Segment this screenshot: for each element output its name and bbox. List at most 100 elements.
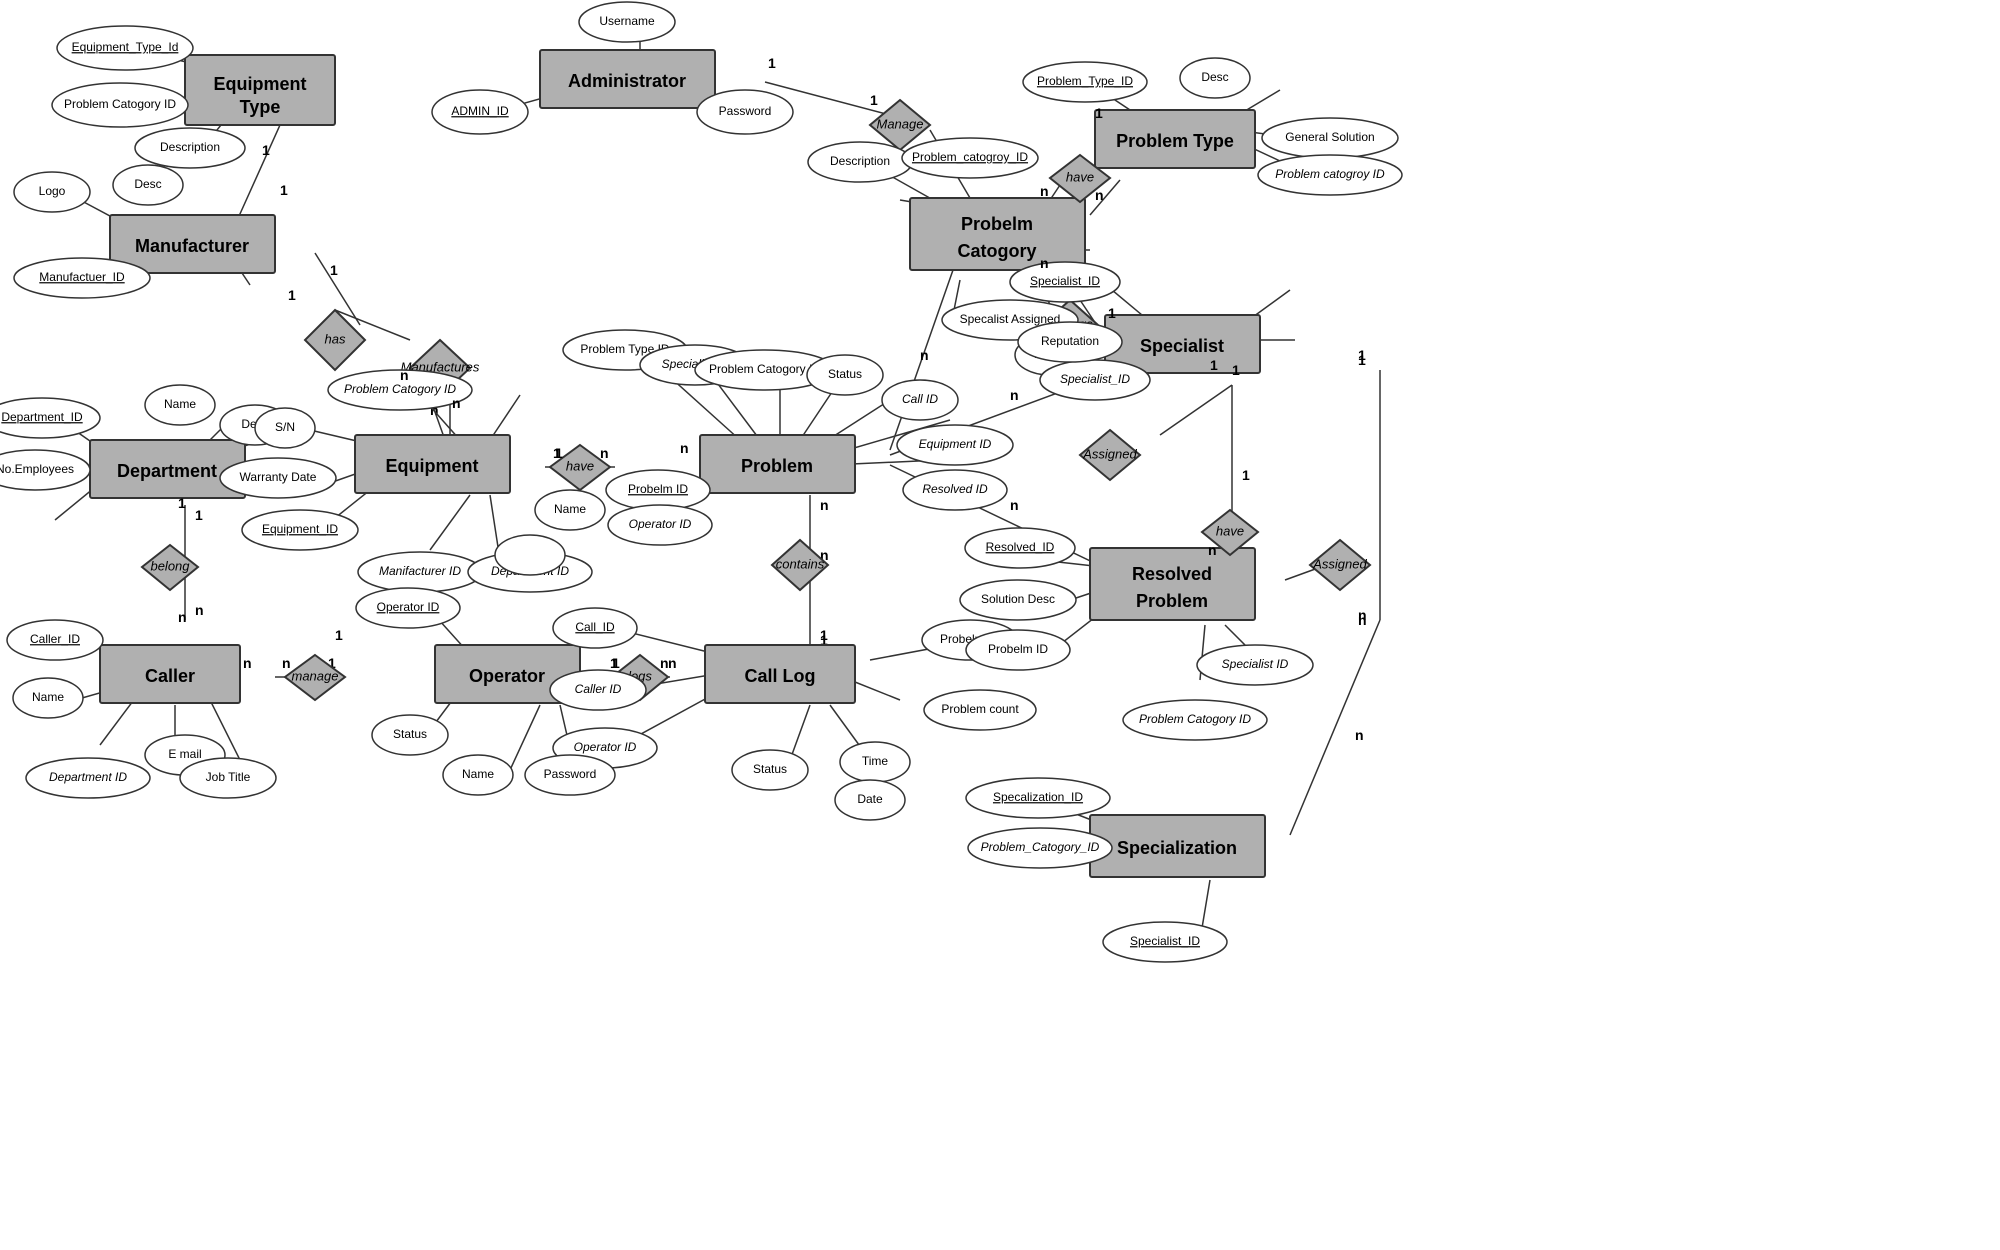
attr-password-admin-label: Password	[719, 104, 772, 118]
attr-specialist-id-rp-label: Specialist ID	[1222, 657, 1289, 671]
card-caller-manage-n: n	[243, 655, 252, 671]
attr-status-prob-label: Status	[828, 367, 862, 381]
svg-text:n: n	[600, 445, 609, 461]
attr-problem-category-id-pc-label: Problem_catogroy_ID	[912, 150, 1028, 164]
card-op-log-1: 1	[610, 655, 618, 671]
card-dept-caller-n: n	[178, 609, 187, 625]
attr-specialist-id-pc-label: Specialist_ID	[1060, 372, 1130, 386]
card-cat-spec-1: 1	[1108, 305, 1116, 321]
attr-department-id-label: Department_ID	[1, 410, 83, 424]
card-spec-res-1: 1	[1210, 357, 1218, 373]
attr-name-dept-label: Name	[164, 397, 196, 411]
attr-name-eq	[495, 535, 565, 575]
entity-specialization-label: Specialization	[1117, 838, 1237, 858]
attr-specialist-id-sp-label: Specialist_ID	[1030, 274, 1100, 288]
entity-problem-category-label2: Catogory	[957, 241, 1036, 261]
entity-resolved-problem-label1: Resolved	[1132, 564, 1212, 584]
attr-time-cl-label: Time	[862, 754, 889, 768]
svg-text:1: 1	[195, 507, 203, 523]
svg-text:n: n	[1010, 387, 1019, 403]
card-assigned-r-n: n	[1358, 612, 1367, 628]
entity-operator-label: Operator	[469, 666, 545, 686]
entity-problem-category-label1: Probelm	[961, 214, 1033, 234]
card-equip-prob-1: 1	[555, 445, 563, 461]
attr-name-caller-label: Name	[32, 690, 64, 704]
attr-manifacturer-id-eq-label: Manifacturer ID	[379, 564, 461, 578]
attr-date-cl-label: Date	[857, 792, 883, 806]
entity-problem-type-label: Problem Type	[1116, 131, 1234, 151]
entity-caller-label: Caller	[145, 666, 195, 686]
attr-caller-id-cl-label: Caller ID	[575, 682, 622, 696]
attr-no-employees-label: No.Employees	[0, 462, 74, 476]
attr-logo-label: Logo	[39, 184, 66, 198]
entity-department-label: Department	[117, 461, 217, 481]
card-caller-manage-1: 1	[335, 627, 343, 643]
attr-problem-category-id-eq-label: Problem Catogory ID	[344, 382, 456, 396]
svg-text:n: n	[920, 347, 929, 363]
relation-has-mfr-label: has	[325, 331, 346, 346]
svg-text:1: 1	[1242, 467, 1250, 483]
card-has-1: 1	[288, 287, 296, 303]
relation-manage-admin-label: Manage	[877, 116, 924, 131]
attr-operator-id-prob-label: Operator ID	[629, 517, 692, 531]
svg-text:1: 1	[262, 142, 270, 158]
entity-manufacturer-label: Manufacturer	[135, 236, 249, 256]
entity-calllog-label: Call Log	[745, 666, 816, 686]
card-cat-type-n: n	[1040, 183, 1049, 199]
attr-name-op-label: Name	[462, 767, 494, 781]
attr-status-op-label: Status	[393, 727, 427, 741]
card-cat-type-1: 1	[1095, 105, 1103, 121]
card-manufactures-n2: n	[452, 395, 461, 411]
attr-equipment-type-id-label: Equipment_Type_Id	[72, 40, 179, 54]
attr-sn-label: S/N	[275, 420, 295, 434]
relation-assigned-prob-label: Assigned	[1082, 446, 1137, 461]
attr-equipment-id-prob-label: Equipment ID	[919, 437, 992, 451]
svg-text:n: n	[1010, 497, 1019, 513]
attr-probelm-id-rp-label: Probelm ID	[988, 642, 1048, 656]
card-assigned-r-1: 1	[1358, 347, 1366, 363]
attr-problem-category-id-rp-label: Problem Catogory ID	[1139, 712, 1251, 726]
attr-description-et-label: Description	[160, 140, 220, 154]
attr-operator-id-cl-label: Operator ID	[574, 740, 637, 754]
entity-administrator-label: Administrator	[568, 71, 686, 91]
card-prob-cl-1: 1	[820, 627, 828, 643]
card-dept-caller-1: 1	[178, 495, 186, 511]
svg-text:n: n	[282, 655, 291, 671]
attr-username-label: Username	[599, 14, 655, 28]
attr-caller-id-label: Caller_ID	[30, 632, 80, 646]
attr-call-id-prob-label: Call ID	[902, 392, 938, 406]
attr-problem-category-id-sz-label: Problem_Catogory_ID	[981, 840, 1100, 854]
attr-name-prob-label: Name	[554, 502, 586, 516]
attr-desc-mfr-label: Desc	[134, 177, 161, 191]
attr-problem-category-id-prob-label: Problem Catogory ID	[709, 362, 821, 376]
attr-password-op-label: Password	[544, 767, 597, 781]
attr-problem-count-cl-label: Problem count	[941, 702, 1019, 716]
attr-problem-type-id-pt-label: Problem_Type_ID	[1037, 74, 1133, 88]
svg-text:1: 1	[330, 262, 338, 278]
attr-reputation-label: Reputation	[1041, 334, 1099, 348]
relation-have-spec-res-label: have	[1216, 523, 1244, 538]
attr-equipment-id-label: Equipment_ID	[262, 522, 338, 536]
card-cat-spec-n: n	[1040, 255, 1049, 271]
relation-contains-label: contains	[776, 556, 825, 571]
attr-call-id-cl-label: Call_ID	[575, 620, 615, 634]
entity-equipment-label: Equipment	[386, 456, 479, 476]
attr-resolved-id-prob-label: Resolved ID	[922, 482, 988, 496]
relation-manage-label: manage	[292, 668, 339, 683]
attr-specialist-id-sz-label: Specialist_ID	[1130, 934, 1200, 948]
relation-have-equip-problem-label: have	[566, 458, 594, 473]
attr-solution-desc-label: Solution Desc	[981, 592, 1055, 606]
entity-resolved-problem-label2: Problem	[1136, 591, 1208, 611]
attr-warranty-date-label: Warranty Date	[240, 470, 317, 484]
card-manufactures-n: n	[400, 367, 409, 383]
card-et-mfr: 1	[280, 182, 288, 198]
attr-general-solution-label: General Solution	[1285, 130, 1374, 144]
er-diagram: 1 1 n 1 n n 1 n 1 1 n	[0, 0, 2000, 1250]
attr-probelm-id-label: Probelm ID	[628, 482, 688, 496]
card-spec-res-n: n	[1208, 542, 1217, 558]
entity-problem-label: Problem	[741, 456, 813, 476]
attr-resolved-id-rp-label: Resolved_ID	[986, 540, 1055, 554]
attr-desc-pt-label: Desc	[1201, 70, 1228, 84]
entity-equipment-type-label: Equipment	[214, 74, 307, 94]
attr-problem-category-id-pt-label: Problem catogroy ID	[1275, 167, 1385, 181]
